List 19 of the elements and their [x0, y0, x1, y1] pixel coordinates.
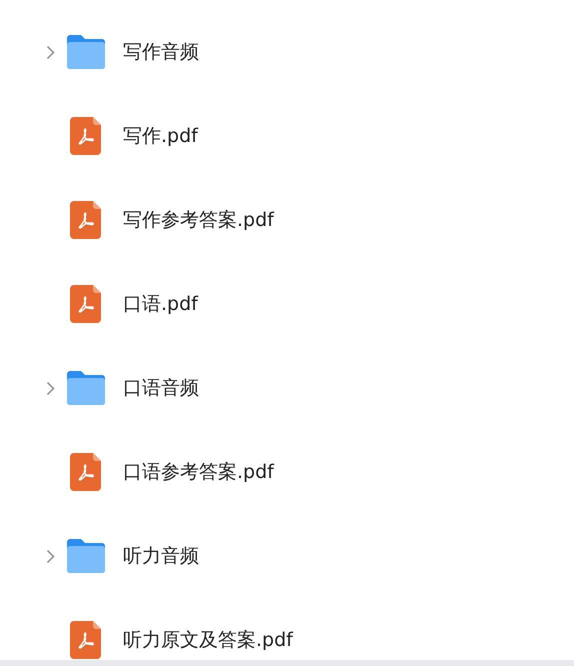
pdf-icon — [70, 201, 101, 239]
file-name[interactable]: 听力原文及答案.pdf — [123, 626, 293, 654]
pdf-icon — [70, 117, 101, 155]
chevron-icon[interactable] — [46, 380, 55, 396]
folder-icon — [67, 35, 105, 69]
pdf-icon — [70, 621, 101, 659]
chevron-icon[interactable] — [46, 44, 55, 60]
folder-icon — [67, 371, 105, 405]
file-name[interactable]: 口语参考答案.pdf — [123, 458, 274, 486]
file-name[interactable]: 写作音频 — [123, 38, 199, 66]
file-name[interactable]: 写作.pdf — [123, 122, 198, 150]
chevron-icon[interactable] — [46, 548, 55, 564]
file-name[interactable]: 口语音频 — [123, 374, 199, 402]
file-name[interactable]: 听力音频 — [123, 542, 199, 570]
file-name[interactable]: 口语.pdf — [123, 290, 198, 318]
pdf-icon — [70, 285, 101, 323]
pdf-icon — [70, 453, 101, 491]
folder-icon — [67, 539, 105, 573]
file-name[interactable]: 写作参考答案.pdf — [123, 206, 274, 234]
